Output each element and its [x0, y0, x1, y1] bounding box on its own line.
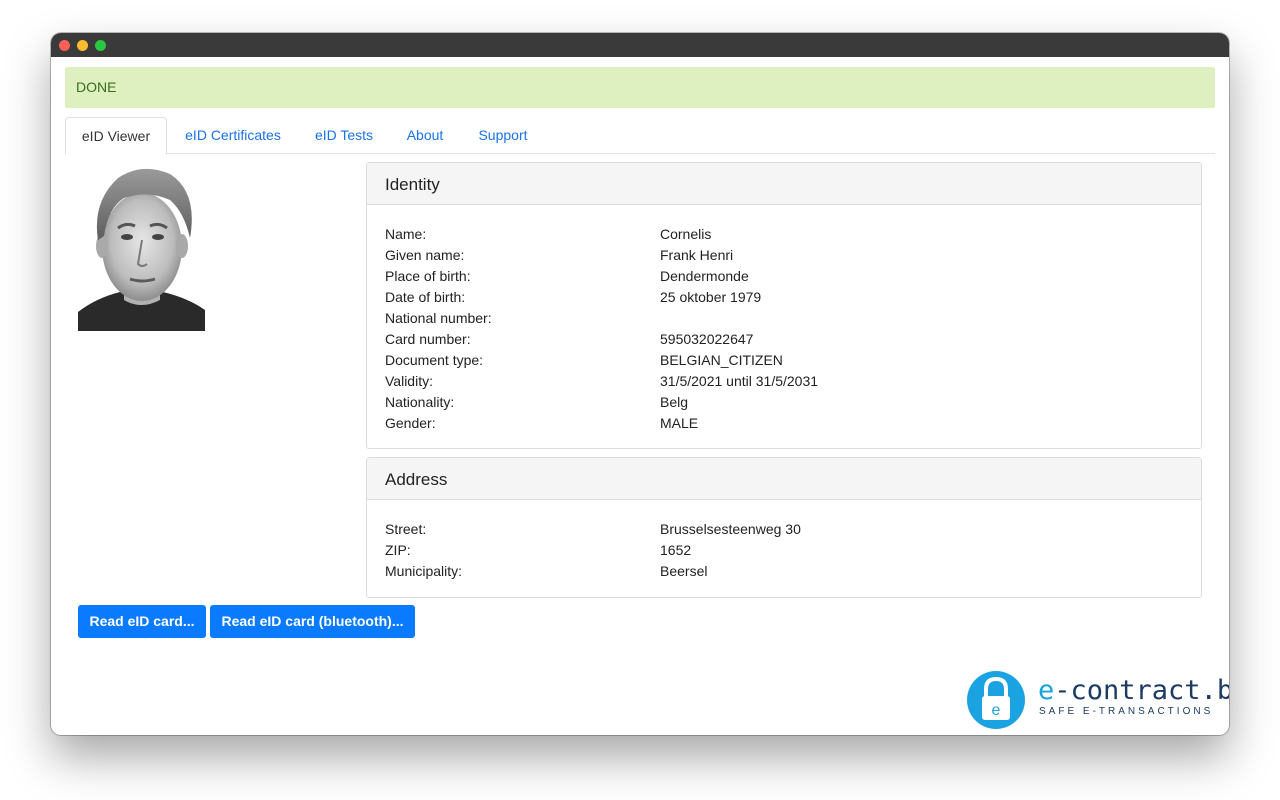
window-titlebar [51, 33, 1229, 57]
app-window: DONE eID Viewer eID Certificates eID Tes… [51, 33, 1229, 735]
identity-row-gender: Gender: MALE [385, 413, 1183, 434]
tab-support[interactable]: Support [461, 117, 545, 154]
identity-row-nationality: Nationality: Belg [385, 392, 1183, 413]
address-card: Address Street: Brusselsesteenweg 30 ZIP… [366, 457, 1202, 598]
tab-eid-certificates[interactable]: eID Certificates [167, 117, 299, 154]
field-value: BELGIAN_CITIZEN [660, 352, 783, 368]
logo-wordmark-rest: -contract.be [1054, 675, 1229, 706]
minimize-window-button[interactable] [77, 40, 88, 51]
address-row-municipality: Municipality: Beersel [385, 561, 1183, 582]
field-value: 595032022647 [660, 331, 754, 347]
identity-card-body: Name: Cornelis Given name: Frank Henri P… [367, 205, 1201, 434]
read-eid-card-button[interactable]: Read eID card... [78, 605, 206, 638]
field-label: Municipality: [385, 563, 463, 579]
field-label: Nationality: [385, 394, 455, 410]
status-alert: DONE [65, 67, 1215, 108]
tab-about[interactable]: About [389, 117, 461, 154]
field-label: Card number: [385, 331, 471, 347]
e-contract-logo: e e-contract.be SAFE E-TRANSACTIONS [966, 670, 1229, 730]
zoom-window-button[interactable] [95, 40, 106, 51]
address-card-body: Street: Brusselsesteenweg 30 ZIP: 1652 M… [367, 500, 1201, 582]
logo-tagline: SAFE E-TRANSACTIONS [1039, 706, 1214, 717]
field-value: Brusselsesteenweg 30 [660, 521, 801, 537]
field-label: Name: [385, 226, 427, 242]
address-row-zip: ZIP: 1652 [385, 540, 1183, 561]
identity-row-date-of-birth: Date of birth: 25 oktober 1979 [385, 287, 1183, 308]
close-window-button[interactable] [59, 40, 70, 51]
field-value: Frank Henri [660, 247, 734, 263]
field-label: Given name: [385, 247, 465, 263]
tab-eid-viewer[interactable]: eID Viewer [65, 117, 167, 155]
identity-row-given-name: Given name: Frank Henri [385, 245, 1183, 266]
identity-row-document-type: Document type: BELGIAN_CITIZEN [385, 350, 1183, 371]
lock-logo-icon: e [967, 671, 1025, 729]
status-text: DONE [76, 79, 117, 95]
field-value: Dendermonde [660, 268, 749, 284]
field-value: Belg [660, 394, 689, 410]
identity-card: Identity Name: Cornelis Given name: Fran… [366, 162, 1202, 449]
field-label: National number: [385, 310, 492, 326]
identity-row-national-number: National number: [385, 308, 1183, 329]
identity-row-place-of-birth: Place of birth: Dendermonde [385, 266, 1183, 287]
identity-row-card-number: Card number: 595032022647 [385, 329, 1183, 350]
identity-card-title: Identity [367, 163, 1201, 205]
field-label: Document type: [385, 352, 484, 368]
field-value: 31/5/2021 until 31/5/2031 [660, 373, 819, 389]
field-value: MALE [660, 415, 699, 431]
identity-row-validity: Validity: 31/5/2021 until 31/5/2031 [385, 371, 1183, 392]
address-card-title: Address [367, 458, 1201, 500]
field-label: Validity: [385, 373, 433, 389]
field-label: Date of birth: [385, 289, 466, 305]
field-value: Cornelis [660, 226, 712, 242]
read-eid-card-bluetooth-button[interactable]: Read eID card (bluetooth)... [210, 605, 415, 638]
logo-badge-letter: e [992, 702, 1001, 719]
field-label: Place of birth: [385, 268, 471, 284]
identity-row-name: Name: Cornelis [385, 224, 1183, 245]
tab-bar: eID Viewer eID Certificates eID Tests Ab… [65, 117, 1215, 155]
field-value: 1652 [660, 542, 692, 558]
address-row-street: Street: Brusselsesteenweg 30 [385, 519, 1183, 540]
field-label: Street: [385, 521, 427, 537]
field-label: Gender: [385, 415, 436, 431]
logo-wordmark: e-contract.be [1038, 675, 1229, 706]
field-value: Beersel [660, 563, 708, 579]
tab-eid-tests[interactable]: eID Tests [299, 117, 389, 154]
field-value: 25 oktober 1979 [660, 289, 762, 305]
identity-photo [78, 162, 205, 331]
logo-wordmark-prefix: e [1038, 675, 1055, 706]
field-label: ZIP: [385, 542, 411, 558]
